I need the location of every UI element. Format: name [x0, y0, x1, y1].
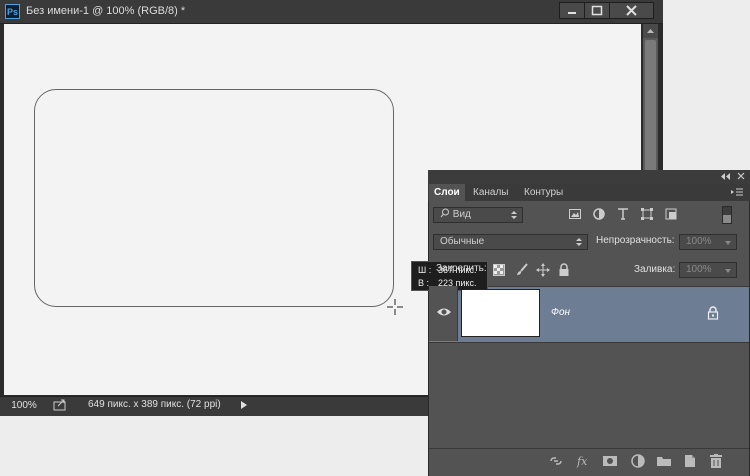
search-icon	[440, 208, 449, 218]
panel-close-icon[interactable]	[736, 171, 746, 181]
blend-mode-label: Обычные	[440, 236, 485, 247]
close-icon	[626, 5, 637, 16]
dropdown-arrows-icon	[511, 211, 517, 219]
close-button[interactable]	[609, 2, 654, 19]
filter-smart-object-icon[interactable]	[664, 207, 678, 221]
crosshair-cursor-icon	[385, 297, 405, 317]
scroll-up-arrow-icon[interactable]	[643, 24, 658, 38]
eye-icon[interactable]	[435, 305, 453, 319]
svg-text:fx: fx	[576, 455, 588, 468]
opacity-input[interactable]: 100%	[679, 234, 737, 250]
lock-transparent-pixels-icon[interactable]	[493, 264, 505, 276]
layer-lock-icon[interactable]	[707, 306, 719, 320]
adjustment-icon[interactable]	[630, 453, 646, 469]
layer-thumbnail	[461, 289, 540, 337]
lock-position-move-icon[interactable]	[536, 263, 550, 277]
document-title: Без имени-1 @ 100% (RGB/8) *	[26, 5, 186, 17]
filter-adjustment-icon[interactable]	[592, 207, 606, 221]
chevron-down-icon	[725, 241, 731, 245]
status-menu-arrow-icon[interactable]	[236, 397, 252, 413]
group-icon[interactable]	[656, 453, 672, 469]
filter-pixel-icon[interactable]	[568, 207, 582, 221]
lock-label: Закрепить:	[436, 263, 487, 274]
filter-shape-icon[interactable]	[640, 207, 654, 221]
panel-menu-icon[interactable]	[731, 187, 743, 197]
fill-input[interactable]: 100%	[679, 262, 737, 278]
link-icon[interactable]	[548, 453, 564, 469]
fill-label: Заливка:	[634, 264, 676, 275]
opacity-value: 100%	[686, 236, 712, 247]
zoom-level[interactable]: 100%	[6, 399, 42, 412]
collapse-panel-icon[interactable]	[720, 172, 732, 181]
fx-icon[interactable]: fx	[576, 453, 592, 469]
document-size-info: 649 пикс. x 389 пикс. (72 ppi)	[88, 399, 221, 410]
chevron-down-icon	[725, 269, 731, 273]
rounded-rectangle-shape[interactable]	[34, 89, 394, 307]
tab-paths[interactable]: Контуры	[519, 184, 574, 201]
mask-icon[interactable]	[602, 453, 618, 469]
dropdown-arrows-icon	[576, 238, 582, 246]
opacity-label: Непрозрачность:	[596, 235, 675, 246]
panel-header[interactable]	[428, 170, 750, 184]
tab-layers[interactable]: Слои	[429, 184, 465, 201]
lock-image-pixels-brush-icon[interactable]	[515, 263, 529, 277]
tab-channels[interactable]: Каналы	[468, 184, 517, 201]
delete-icon[interactable]	[708, 453, 724, 469]
minimize-icon	[568, 12, 576, 14]
photoshop-logo-icon: Ps	[5, 4, 20, 19]
maximize-button[interactable]	[584, 2, 610, 19]
new-layer-icon[interactable]	[682, 453, 698, 469]
maximize-icon	[591, 5, 603, 16]
layer-filter-select[interactable]: Вид	[433, 207, 523, 223]
blend-mode-select[interactable]: Обычные	[433, 234, 588, 250]
filter-type-icon[interactable]	[616, 207, 630, 221]
minimize-button[interactable]	[559, 2, 585, 19]
filter-kind-label: Вид	[452, 209, 471, 220]
tooltip-width-key: Ш :	[418, 265, 432, 275]
fill-value: 100%	[686, 264, 712, 275]
layer-name[interactable]: Фон	[551, 307, 570, 318]
lock-all-icon[interactable]	[558, 263, 570, 277]
share-icon[interactable]	[52, 398, 68, 412]
filter-toggle-switch[interactable]	[722, 206, 732, 224]
